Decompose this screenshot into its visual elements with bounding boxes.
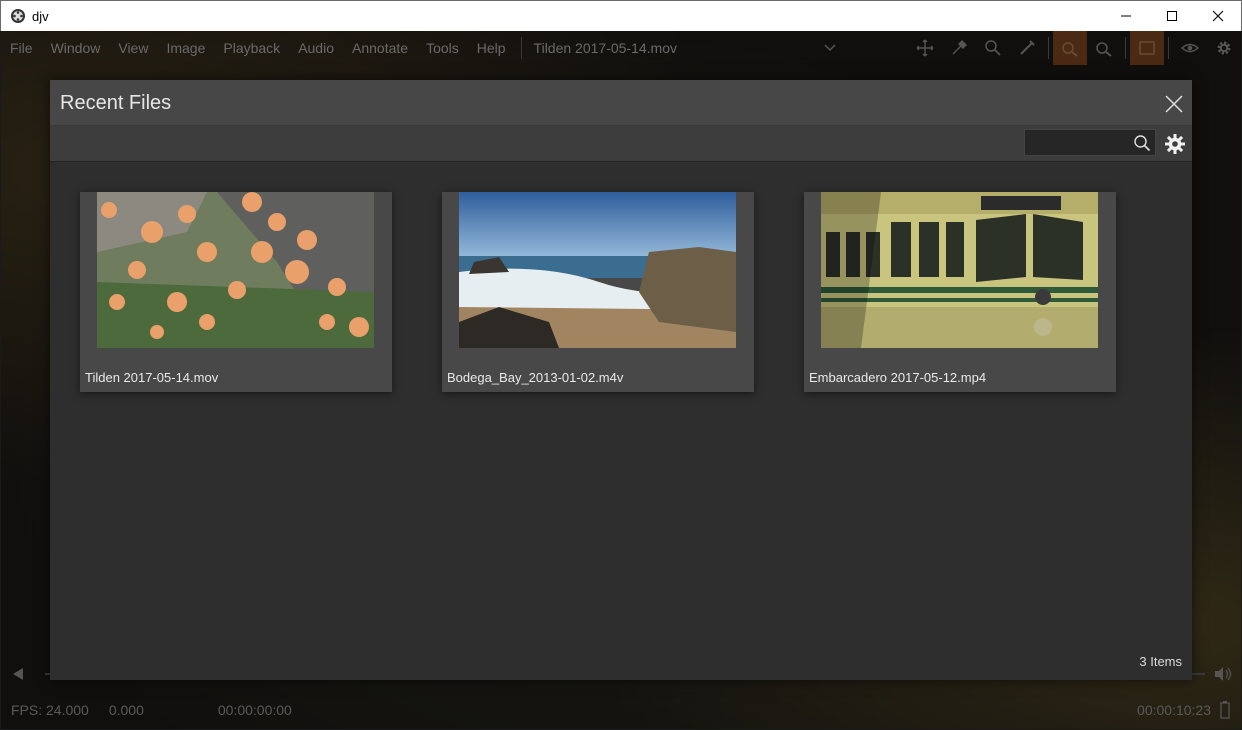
- current-file-selector[interactable]: Tilden 2017-05-14.mov: [534, 40, 824, 56]
- magnify-tool[interactable]: [976, 31, 1010, 65]
- search-icon[interactable]: [1133, 134, 1151, 152]
- dialog-header: Recent Files: [50, 80, 1192, 126]
- view-tool[interactable]: [1173, 31, 1207, 65]
- duration: 00:00:10:23: [1137, 702, 1211, 718]
- move-icon: [916, 39, 934, 57]
- dialog-toolbar: [50, 126, 1192, 162]
- thumbnail-ocean-beach: [459, 192, 736, 348]
- recent-file-item[interactable]: Bodega_Bay_2013-01-02.m4v: [442, 192, 754, 392]
- minimize-icon: [1121, 15, 1131, 17]
- search-input[interactable]: [1029, 134, 1133, 152]
- menu-annotate[interactable]: Annotate: [343, 31, 417, 65]
- thumbnail-yellow-streetcar: [821, 192, 1098, 348]
- gear-icon: [1217, 41, 1231, 55]
- djv-app-icon: [11, 9, 25, 23]
- status-bar: FPS: 24.000 0.000 00:00:00:00 00:00:10:2…: [1, 695, 1241, 725]
- menu-help[interactable]: Help: [468, 31, 515, 65]
- recent-file-label: Tilden 2017-05-14.mov: [85, 370, 219, 385]
- zoom-in-tool[interactable]: [1053, 31, 1087, 65]
- recent-file-label: Bodega_Bay_2013-01-02.m4v: [447, 370, 624, 385]
- toolbar-separator: [1048, 37, 1049, 59]
- eyedropper-icon: [952, 40, 967, 55]
- zoom-reset-icon: [1096, 42, 1112, 57]
- close-icon: [1165, 95, 1183, 113]
- frame-tool[interactable]: [1130, 31, 1164, 65]
- menu-separator: [520, 37, 522, 59]
- window-titlebar: djv: [0, 0, 1242, 31]
- chevron-down-icon[interactable]: [824, 44, 836, 52]
- maximize-button[interactable]: [1149, 1, 1195, 31]
- menu-view[interactable]: View: [109, 31, 157, 65]
- battery-icon: [1220, 701, 1230, 719]
- close-window-button[interactable]: [1195, 1, 1241, 31]
- thumbnail-orange-poppies: [97, 192, 374, 348]
- recent-files-grid: Tilden 2017-05-14.mov Bodega_Bay_2013-01…: [80, 192, 1116, 392]
- close-dialog-button[interactable]: [1162, 92, 1186, 116]
- fps-readout: FPS: 24.000: [11, 702, 89, 718]
- menu-window[interactable]: Window: [42, 31, 110, 65]
- current-time[interactable]: 00:00:00:00: [218, 702, 292, 718]
- menu-playback[interactable]: Playback: [214, 31, 289, 65]
- recent-files-dialog: Recent Files Tilden 2017-05-14.mov Bodeg…: [50, 80, 1192, 680]
- menu-file[interactable]: File: [1, 31, 42, 65]
- magnify-icon: [985, 40, 1001, 56]
- pan-tool[interactable]: [908, 31, 942, 65]
- menu-image[interactable]: Image: [157, 31, 214, 65]
- annotate-tool[interactable]: [1010, 31, 1044, 65]
- color-picker-tool[interactable]: [942, 31, 976, 65]
- audio-icon[interactable]: [1213, 666, 1233, 682]
- toolbar-separator: [1125, 37, 1126, 59]
- speed-readout: 0.000: [108, 702, 144, 718]
- maximize-icon: [1167, 11, 1177, 21]
- prev-frame-icon[interactable]: [11, 667, 25, 681]
- recent-file-item[interactable]: Embarcadero 2017-05-12.mp4: [804, 192, 1116, 392]
- pen-icon: [1020, 40, 1035, 55]
- minimize-button[interactable]: [1103, 1, 1149, 31]
- menu-bar: File Window View Image Playback Audio An…: [1, 31, 1241, 65]
- menu-tools[interactable]: Tools: [417, 31, 468, 65]
- close-icon: [1212, 10, 1224, 22]
- dialog-title: Recent Files: [60, 92, 172, 114]
- frame-icon: [1139, 41, 1155, 55]
- eye-icon: [1181, 43, 1199, 53]
- gear-icon: [1165, 134, 1185, 154]
- menu-audio[interactable]: Audio: [289, 31, 343, 65]
- recent-file-label: Embarcadero 2017-05-12.mp4: [809, 370, 987, 385]
- search-box[interactable]: [1024, 129, 1156, 156]
- zoom-in-icon: [1062, 42, 1078, 57]
- item-count: 3 Items: [1139, 654, 1182, 669]
- recent-file-item[interactable]: Tilden 2017-05-14.mov: [80, 192, 392, 392]
- settings-button[interactable]: [1164, 133, 1186, 155]
- toolbar-separator: [1168, 37, 1169, 59]
- zoom-reset-tool[interactable]: [1087, 31, 1121, 65]
- window-title: djv: [32, 8, 49, 24]
- settings-tool[interactable]: [1207, 31, 1241, 65]
